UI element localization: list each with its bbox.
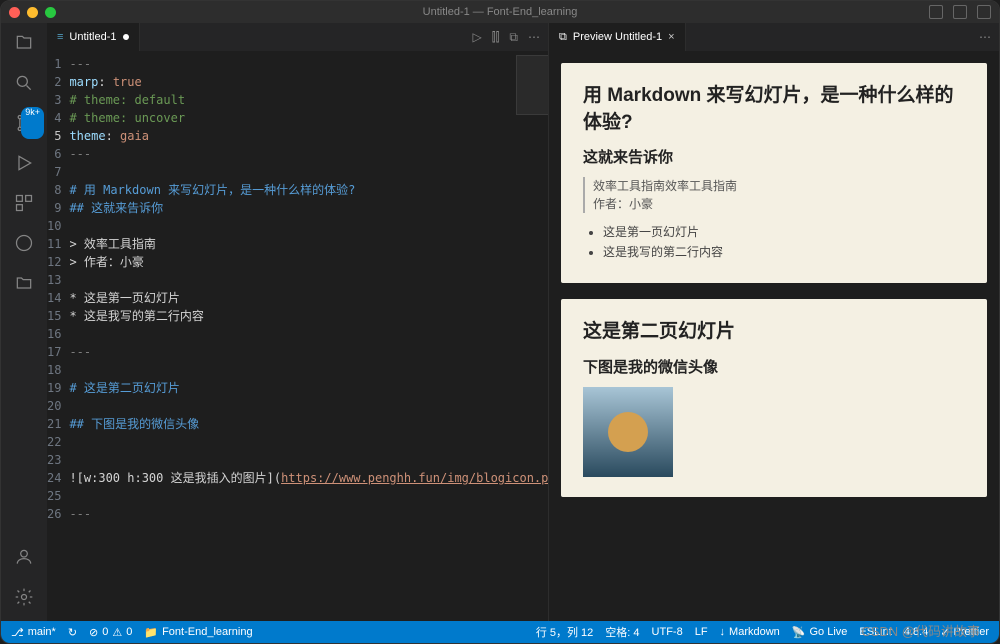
preview-body[interactable]: 用 Markdown 来写幻灯片，是一种什么样的体验? 这就来告诉你 效率工具指… bbox=[549, 51, 999, 621]
editor-tabs: ≡ Untitled-1 ▷ ⫿⫿ ⧉ ⋯ bbox=[47, 23, 548, 51]
markdown-file-icon: ≡ bbox=[57, 31, 63, 43]
traffic-lights bbox=[9, 7, 56, 18]
editor-area: ≡ Untitled-1 ▷ ⫿⫿ ⧉ ⋯ 123456789101112131… bbox=[47, 23, 999, 621]
encoding-indicator[interactable]: UTF-8 bbox=[652, 624, 683, 640]
status-bar: ⎇ main* ↻ ⊘0 ⚠0 📁 Font-End_learning 行 5，… bbox=[1, 621, 999, 643]
slide-title: 这是第二页幻灯片 bbox=[583, 319, 965, 346]
search-icon[interactable] bbox=[12, 71, 36, 95]
watermark: CSDN @代码讲故事 bbox=[861, 621, 980, 640]
main-area: 9k+ bbox=[1, 23, 999, 621]
preview-tab-label: Preview Untitled-1 bbox=[573, 31, 662, 43]
slide-list: 这是第一页幻灯片 这是我写的第二行内容 bbox=[583, 223, 965, 260]
slide-subtitle: 这就来告诉你 bbox=[583, 146, 965, 167]
extensions-icon[interactable] bbox=[12, 191, 36, 215]
layout-icon[interactable] bbox=[929, 5, 943, 19]
tab-label: Untitled-1 bbox=[69, 31, 116, 43]
titlebar: Untitled-1 — Font-End_learning bbox=[1, 1, 999, 23]
window-title: Untitled-1 — Font-End_learning bbox=[423, 6, 578, 18]
unsaved-dot-icon bbox=[123, 34, 129, 40]
app-window: Untitled-1 — Font-End_learning 9k+ bbox=[0, 0, 1000, 644]
titlebar-right bbox=[929, 5, 991, 19]
editor-tab-actions: ▷ ⫿⫿ ⧉ ⋯ bbox=[473, 30, 549, 45]
explorer-icon[interactable] bbox=[12, 31, 36, 55]
more-icon[interactable]: ⋯ bbox=[979, 30, 991, 44]
slide-2: 这是第二页幻灯片 下图是我的微信头像 bbox=[561, 299, 987, 497]
close-window-button[interactable] bbox=[9, 7, 20, 18]
problems-indicator[interactable]: ⊘0 ⚠0 bbox=[89, 626, 132, 639]
settings-icon[interactable] bbox=[12, 585, 36, 609]
code-area[interactable]: 1234567891011121314151617181920212223242… bbox=[47, 51, 548, 621]
quote-line: 作者：小豪 bbox=[593, 197, 653, 211]
folder-indicator[interactable]: 📁 Font-End_learning bbox=[144, 626, 252, 639]
folder-icon: 📁 bbox=[144, 626, 158, 639]
debug-icon[interactable] bbox=[12, 151, 36, 175]
eol-indicator[interactable]: LF bbox=[695, 624, 708, 640]
code-content[interactable]: ---marp: true# theme: default# theme: un… bbox=[69, 51, 548, 621]
panel-icon[interactable] bbox=[953, 5, 967, 19]
sync-button[interactable]: ↻ bbox=[68, 626, 77, 639]
preview-icon: ⧉ bbox=[559, 31, 567, 44]
more-icon[interactable]: ⋯ bbox=[528, 30, 540, 45]
split-icon[interactable]: ⫿⫿ bbox=[492, 30, 500, 45]
slide-subtitle: 下图是我的微信头像 bbox=[583, 356, 965, 377]
close-icon[interactable]: × bbox=[668, 31, 674, 43]
open-preview-icon[interactable]: ⧉ bbox=[509, 30, 518, 45]
remote-icon[interactable] bbox=[12, 231, 36, 255]
source-control-icon[interactable]: 9k+ bbox=[12, 111, 36, 135]
golive-button[interactable]: 📡 Go Live bbox=[792, 624, 848, 640]
line-gutter: 1234567891011121314151617181920212223242… bbox=[47, 51, 69, 621]
list-item: 这是我写的第二行内容 bbox=[603, 243, 965, 260]
minimap-thumb bbox=[516, 55, 548, 115]
folder-icon[interactable] bbox=[12, 271, 36, 295]
branch-icon: ⎇ bbox=[11, 626, 24, 639]
slide-1: 用 Markdown 来写幻灯片，是一种什么样的体验? 这就来告诉你 效率工具指… bbox=[561, 63, 987, 283]
tab-untitled[interactable]: ≡ Untitled-1 bbox=[47, 23, 140, 51]
quote-line: 效率工具指南 bbox=[593, 179, 665, 193]
branch-indicator[interactable]: ⎇ main* bbox=[11, 626, 56, 639]
maximize-window-button[interactable] bbox=[45, 7, 56, 18]
editor-pane: ≡ Untitled-1 ▷ ⫿⫿ ⧉ ⋯ 123456789101112131… bbox=[47, 23, 549, 621]
cursor-position[interactable]: 行 5，列 12 bbox=[536, 624, 593, 640]
slide-title: 用 Markdown 来写幻灯片，是一种什么样的体验? bbox=[583, 83, 965, 136]
warning-icon: ⚠ bbox=[112, 626, 122, 639]
scm-badge: 9k+ bbox=[21, 107, 44, 139]
list-item: 这是第一页幻灯片 bbox=[603, 223, 965, 240]
sidebar-icon[interactable] bbox=[977, 5, 991, 19]
preview-tabs: ⧉ Preview Untitled-1 × ⋯ bbox=[549, 23, 999, 51]
slide-quote: 效率工具指南效率工具指南 作者：小豪 bbox=[583, 177, 965, 213]
error-icon: ⊘ bbox=[89, 626, 98, 639]
preview-pane: ⧉ Preview Untitled-1 × ⋯ 用 Markdown 来写幻灯… bbox=[549, 23, 999, 621]
tab-preview[interactable]: ⧉ Preview Untitled-1 × bbox=[549, 23, 686, 51]
run-icon[interactable]: ▷ bbox=[473, 30, 482, 45]
activity-bar: 9k+ bbox=[1, 23, 47, 621]
indent-indicator[interactable]: 空格: 4 bbox=[605, 624, 639, 640]
minimize-window-button[interactable] bbox=[27, 7, 38, 18]
account-icon[interactable] bbox=[12, 545, 36, 569]
language-indicator[interactable]: ↓ Markdown bbox=[720, 624, 780, 640]
slide-image bbox=[583, 387, 673, 477]
